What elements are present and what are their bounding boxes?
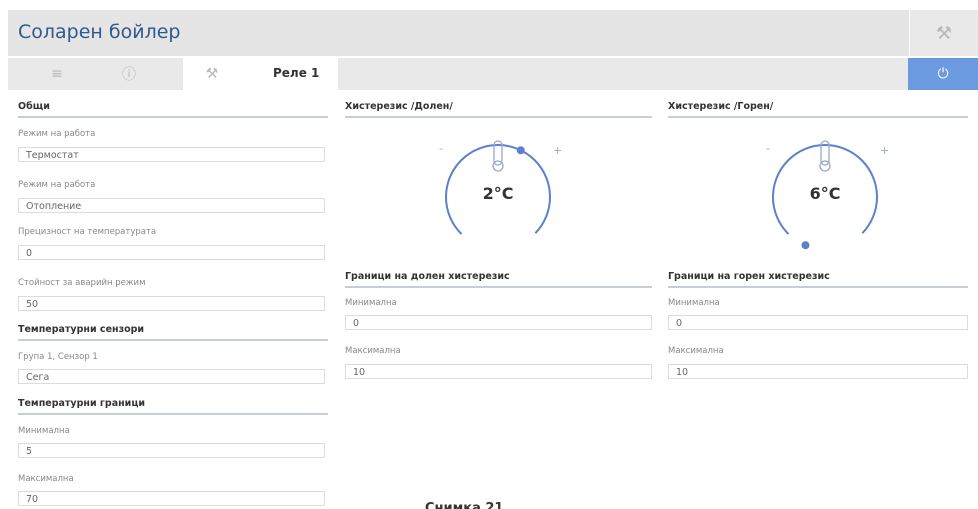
relay-label: Реле 1 [273,66,320,80]
field-label: Прецизност на температурата [18,227,157,237]
max-temp-input[interactable]: 70 [18,491,325,506]
power-icon: ⏻ [937,66,949,82]
hyst-low-value: 2°C [482,184,514,203]
section-hyst-high-title: Хистерезис /Горен/ [668,101,968,118]
field-label: Стойност за аварийн режим [18,278,146,288]
figure-caption: Снимка 21 [425,501,504,509]
decrease-sign[interactable]: - [766,142,770,155]
menu-icon: ≡ [51,66,63,82]
section-temp-limits-title: Температурни граници [18,398,328,415]
mode-select[interactable]: Отопление [18,198,325,213]
hyst-low-dial[interactable]: - + 2°C [433,132,563,262]
field-label: Група 1, Сензор 1 [18,352,98,362]
field-label: Минимална [345,298,397,308]
increase-sign[interactable]: + [880,144,889,157]
field-label: Режим на работа [18,129,96,139]
tab-menu[interactable]: ≡ [28,58,86,90]
tab-bar: ≡ ⓘ ⚒ Реле 1 ⏻ [8,58,978,90]
min-temp-input[interactable]: 5 [18,443,325,458]
sensor-select[interactable]: Сега [18,369,325,384]
hyst-high-value: 6°C [809,184,841,203]
tab-info[interactable]: ⓘ [100,58,158,90]
tools-icon[interactable]: ⚒ [909,10,978,56]
power-button[interactable]: ⏻ [908,58,978,90]
hyst-low-max-input[interactable]: 10 [345,364,652,379]
field-label: Минимална [668,298,720,308]
app-title: Соларен бойлер [18,21,181,43]
increase-sign[interactable]: + [553,144,562,157]
field-label: Минимална [18,426,70,436]
field-label: Максимална [668,346,724,356]
mode-select[interactable]: Термостат [18,147,325,162]
info-icon: ⓘ [122,67,136,83]
tools-icon: ⚒ [205,66,219,82]
decrease-sign[interactable]: - [439,142,443,155]
field-label: Максимална [18,474,74,484]
section-sensors-title: Температурни сензори [18,324,328,341]
hyst-low-min-input[interactable]: 0 [345,315,652,330]
title-bar: Соларен бойлер ⚒ [8,10,978,56]
section-hyst-low-bounds-title: Граници на долен хистерезис [345,271,652,288]
section-hyst-high-bounds-title: Граници на горен хистерезис [668,271,968,288]
field-label: Режим на работа [18,180,96,190]
section-general-title: Общи [18,101,328,118]
hyst-high-min-input[interactable]: 0 [668,315,968,330]
field-label: Максимална [345,346,401,356]
emergency-value-input[interactable]: 50 [18,296,325,311]
hyst-high-max-input[interactable]: 10 [668,364,968,379]
precision-input[interactable]: 0 [18,245,325,260]
section-hyst-low-title: Хистерезис /Долен/ [345,101,652,118]
hyst-high-dial[interactable]: - + 6°C [760,132,890,262]
